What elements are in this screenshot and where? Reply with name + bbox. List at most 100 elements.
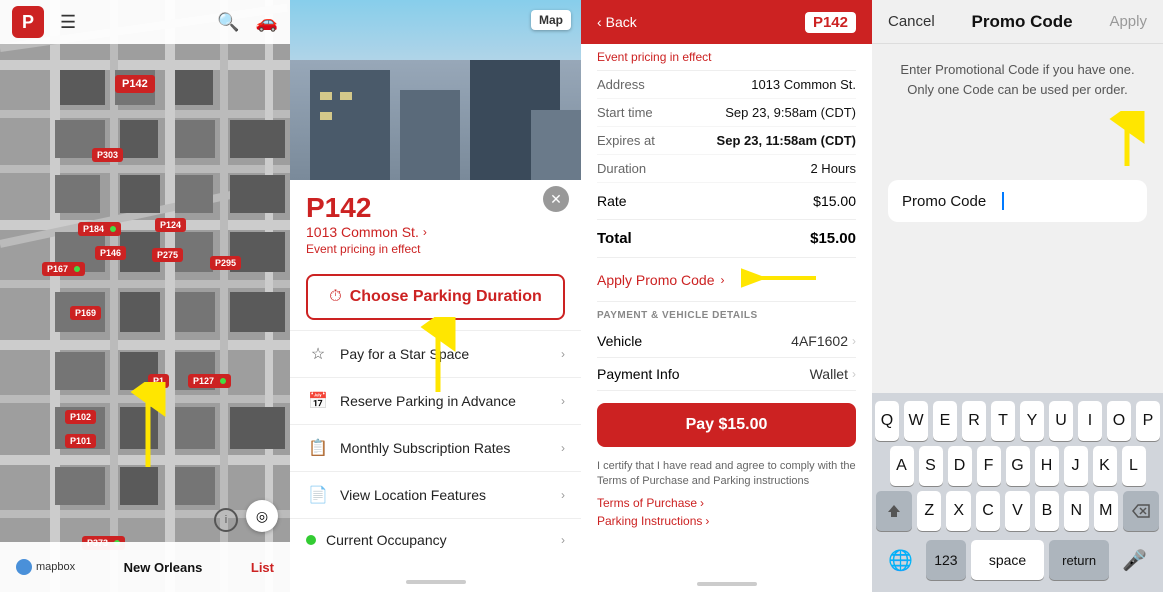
total-value: $15.00 — [810, 230, 856, 247]
map-panel: P ☰ 🔍 🚗 P142 P303 P184 P124 P146 P275 P1… — [0, 0, 290, 592]
pay-button[interactable]: Pay $15.00 — [597, 403, 856, 447]
map-toggle-button[interactable]: Map — [531, 10, 571, 30]
location-icon[interactable]: ◎ — [246, 500, 278, 532]
key-v[interactable]: V — [1005, 491, 1029, 531]
key-o[interactable]: O — [1107, 401, 1131, 441]
parking-pin-p169[interactable]: P169 — [70, 306, 101, 320]
microphone-key[interactable]: 🎤 — [1114, 544, 1155, 577]
address-row: Address 1013 Common St. — [597, 71, 856, 99]
key-y[interactable]: Y — [1020, 401, 1044, 441]
menu-item-occupancy[interactable]: Current Occupancy › — [290, 518, 581, 561]
parking-pin-p142[interactable]: P142 — [115, 75, 155, 93]
key-b[interactable]: B — [1035, 491, 1059, 531]
map-yellow-arrow — [130, 382, 166, 472]
payment-info-row[interactable]: Payment Info Wallet › — [597, 358, 856, 391]
info-icon[interactable]: i — [214, 508, 238, 532]
menu-item-features-label: View Location Features — [340, 487, 561, 503]
vehicle-value: 4AF1602 › — [791, 333, 856, 349]
car-icon[interactable]: 🚗 — [256, 12, 278, 33]
calendar-icon: 📅 — [306, 391, 330, 411]
key-u[interactable]: U — [1049, 401, 1073, 441]
return-key[interactable]: return — [1049, 540, 1109, 580]
parking-pin-p124[interactable]: P124 — [155, 218, 186, 232]
city-label: New Orleans — [124, 560, 203, 575]
vehicle-row[interactable]: Vehicle 4AF1602 › — [597, 325, 856, 358]
choose-parking-button[interactable]: ⏱ Choose Parking Duration — [306, 274, 565, 320]
menu-item-features[interactable]: 📄 View Location Features › — [290, 471, 581, 518]
key-m[interactable]: M — [1094, 491, 1118, 531]
key-w[interactable]: W — [904, 401, 928, 441]
chevron-right-icon-3: › — [561, 441, 565, 455]
keyboard: Q W E R T Y U I O P A S D F G H J K L — [872, 393, 1163, 592]
parking-pin-p127[interactable]: P127 — [188, 374, 231, 388]
shift-key[interactable] — [876, 491, 912, 531]
start-time-value: Sep 23, 9:58am (CDT) — [687, 105, 856, 120]
parking-instructions-link[interactable]: Parking Instructions › — [597, 512, 856, 530]
numbers-key[interactable]: 123 — [926, 540, 966, 580]
keyboard-row-3: Z X C V B N M — [876, 491, 1159, 531]
key-p[interactable]: P — [1136, 401, 1160, 441]
mapbox-logo: mapbox — [16, 559, 75, 575]
key-f[interactable]: F — [977, 446, 1001, 486]
parkwhiz-logo: P — [12, 6, 44, 38]
start-time-label: Start time — [597, 105, 687, 120]
key-s[interactable]: S — [919, 446, 943, 486]
mapbox-logo-icon — [16, 559, 32, 575]
parking-pin-p275[interactable]: P275 — [152, 248, 183, 262]
hamburger-icon[interactable]: ☰ — [60, 12, 76, 33]
location-address[interactable]: 1013 Common St. › — [306, 224, 565, 240]
key-i[interactable]: I — [1078, 401, 1102, 441]
promo-chevron-icon: › — [721, 273, 725, 287]
cancel-button[interactable]: Cancel — [888, 13, 935, 30]
apply-button[interactable]: Apply — [1109, 13, 1147, 30]
payment-chevron-icon: › — [852, 367, 856, 381]
terms-link[interactable]: Terms of Purchase › — [597, 494, 856, 512]
parking-pin-p146[interactable]: P146 — [95, 246, 126, 260]
key-k[interactable]: K — [1093, 446, 1117, 486]
delete-key[interactable] — [1123, 491, 1159, 531]
space-key[interactable]: space — [971, 540, 1044, 580]
parking-pin-p102[interactable]: P102 — [65, 410, 96, 424]
event-pricing-tag: Event pricing in effect — [306, 242, 565, 256]
parking-chevron-icon: › — [705, 514, 709, 528]
promo-code-row[interactable]: Apply Promo Code › — [597, 258, 856, 302]
key-t[interactable]: T — [991, 401, 1015, 441]
key-h[interactable]: H — [1035, 446, 1059, 486]
key-x[interactable]: X — [946, 491, 970, 531]
expires-label: Expires at — [597, 133, 687, 148]
key-a[interactable]: A — [890, 446, 914, 486]
duration-label: Duration — [597, 161, 687, 176]
close-button[interactable]: ✕ — [543, 186, 569, 212]
parking-pin-p303[interactable]: P303 — [92, 148, 123, 162]
parking-pin-p101[interactable]: P101 — [65, 434, 96, 448]
key-r[interactable]: R — [962, 401, 986, 441]
rate-value: $15.00 — [813, 193, 856, 209]
list-button[interactable]: List — [251, 560, 274, 575]
back-button[interactable]: ‹ Back — [597, 14, 637, 30]
features-icon: 📄 — [306, 485, 330, 505]
payment-body: Event pricing in effect Address 1013 Com… — [581, 44, 872, 576]
key-e[interactable]: E — [933, 401, 957, 441]
key-d[interactable]: D — [948, 446, 972, 486]
menu-item-subscription[interactable]: 📋 Monthly Subscription Rates › — [290, 424, 581, 471]
key-q[interactable]: Q — [875, 401, 899, 441]
map-header: P ☰ 🔍 🚗 — [0, 0, 290, 44]
key-j[interactable]: J — [1064, 446, 1088, 486]
address-chevron-icon: › — [423, 225, 427, 239]
parking-pin-p295[interactable]: P295 — [210, 256, 241, 270]
globe-key[interactable]: 🌐 — [880, 544, 921, 577]
key-n[interactable]: N — [1064, 491, 1088, 531]
payment-info-label: Payment Info — [597, 366, 680, 382]
expires-value: Sep 23, 11:58am (CDT) — [687, 133, 856, 148]
search-icon[interactable]: 🔍 — [217, 12, 239, 33]
promo-input-label: Promo Code — [902, 193, 1002, 210]
key-l[interactable]: L — [1122, 446, 1146, 486]
key-g[interactable]: G — [1006, 446, 1030, 486]
key-z[interactable]: Z — [917, 491, 941, 531]
promo-arrow-up — [888, 111, 1147, 176]
location-photo: Map — [290, 0, 581, 180]
payment-info-value: Wallet › — [810, 366, 856, 382]
key-c[interactable]: C — [976, 491, 1000, 531]
parking-pin-p167[interactable]: P167 — [42, 262, 85, 276]
parking-pin-p184[interactable]: P184 — [78, 222, 121, 236]
